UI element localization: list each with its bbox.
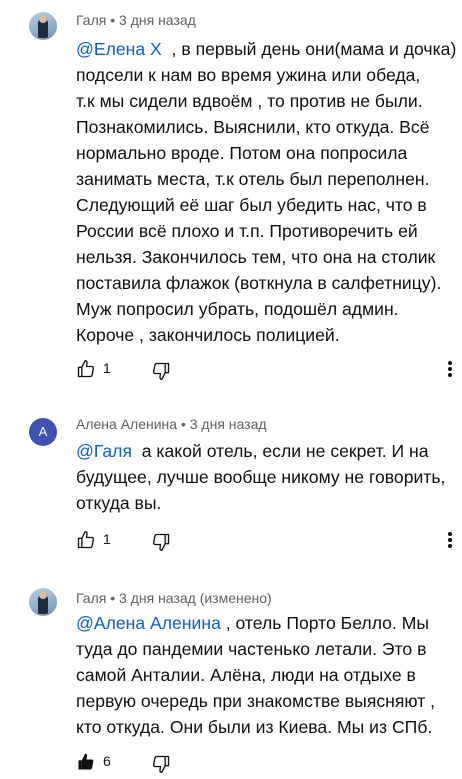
mention-link[interactable]: @Елена Х <box>76 39 162 59</box>
avatar[interactable]: А <box>29 418 57 446</box>
comment-line: первую очередь при знакомстве выясняют , <box>76 691 436 711</box>
more-vertical-icon[interactable] <box>447 359 453 379</box>
avatar-head <box>39 15 47 23</box>
comment-text: @Елена Х , в первый день они(мама и дочк… <box>76 36 456 348</box>
comment-line: будущее, лучше вообще никому не говорить… <box>76 467 446 487</box>
like-count: 1 <box>103 360 111 376</box>
comment-line: подсели к нам во время ужина или обеда, <box>76 65 421 85</box>
comment-time[interactable]: 3 дня назад <box>119 12 196 28</box>
mention-link[interactable]: @Алена Аленина <box>76 613 221 633</box>
comment-line: занимать места, т.к отель был переполнен… <box>76 169 430 189</box>
comment-line: поставила флажок (воткнула в салфетницу)… <box>76 273 442 293</box>
avatar[interactable] <box>29 12 57 40</box>
comment-time[interactable]: 3 дня назад <box>119 590 196 606</box>
thumbs-up-icon[interactable] <box>76 359 96 379</box>
avatar-head <box>39 591 47 599</box>
comment-line: откуда вы. <box>76 493 162 513</box>
meta-separator: • <box>180 416 190 432</box>
author-name[interactable]: Галя <box>76 12 106 28</box>
thumbs-down-icon[interactable] <box>151 532 171 552</box>
comment-actions: 1 <box>76 359 456 383</box>
thumbs-down-icon[interactable] <box>151 754 171 774</box>
comment-meta: Галя • 3 дня назад <box>76 12 196 28</box>
mention-link[interactable]: @Галя <box>76 441 132 461</box>
comment-line: России всё плохо и т.п. Противоречить ей <box>76 221 418 241</box>
comment-line: @Галя а какой отель, если не секрет. И н… <box>76 438 448 464</box>
avatar[interactable] <box>29 588 57 616</box>
author-name[interactable]: Алена Аленина <box>76 416 177 432</box>
comment-text: @Алена Аленина , отель Порто Белло. Мы т… <box>76 610 448 740</box>
comment-line: Следующий её шаг был убедить нас, что в <box>76 195 427 215</box>
meta-separator: • <box>110 12 120 28</box>
comment-line: @Елена Х , в первый день они(мама и дочк… <box>76 36 456 62</box>
comment-line: т.к мы сидели вдвоём , то против не были… <box>76 91 423 111</box>
comment-line-text: , в первый день они(мама и дочка) <box>161 39 457 59</box>
comment-line-text: а какой отель, если не секрет. И на <box>131 441 429 461</box>
comment-meta: Галя • 3 дня назад (изменено) <box>76 590 272 606</box>
comment-line: Познакомились. Выяснили, кто откуда. Всё <box>76 117 430 137</box>
thumbs-up-icon[interactable] <box>76 752 96 772</box>
comment-time[interactable]: 3 дня назад <box>190 416 267 432</box>
comment-meta: Алена Аленина • 3 дня назад <box>76 416 267 432</box>
comment-line: @Алена Аленина , отель Порто Белло. Мы <box>76 610 448 636</box>
comment-line: Муж попросил убрать, подошёл админ. <box>76 299 399 319</box>
like-count: 6 <box>103 753 111 769</box>
comment-actions: 6 <box>76 752 456 776</box>
meta-separator: • <box>110 590 120 606</box>
thumbs-down-icon[interactable] <box>151 361 171 381</box>
comment-line: нормально вроде. Потом она попросила <box>76 143 408 163</box>
comment-line: Короче , закончилось полицией. <box>76 325 340 345</box>
edited-label: (изменено) <box>199 590 272 606</box>
comment-actions: 1 <box>76 530 456 554</box>
comment-text: @Галя а какой отель, если не секрет. И н… <box>76 438 448 516</box>
author-name[interactable]: Галя <box>76 590 106 606</box>
more-vertical-icon[interactable] <box>447 530 453 550</box>
comment-line: туда до пандемии частенько летали. Это в <box>76 639 427 659</box>
like-count: 1 <box>103 531 111 547</box>
thumbs-up-icon[interactable] <box>76 530 96 550</box>
comment-line: нельзя. Закончилось тем, что она на стол… <box>76 247 436 267</box>
comment-line-text: , отель Порто Белло. Мы <box>220 613 430 633</box>
comment-line: самой Анталии. Алёна, люди на отдыхе в <box>76 665 416 685</box>
comment-line: кто откуда. Они были из Киева. Мы из СПб… <box>76 717 433 737</box>
